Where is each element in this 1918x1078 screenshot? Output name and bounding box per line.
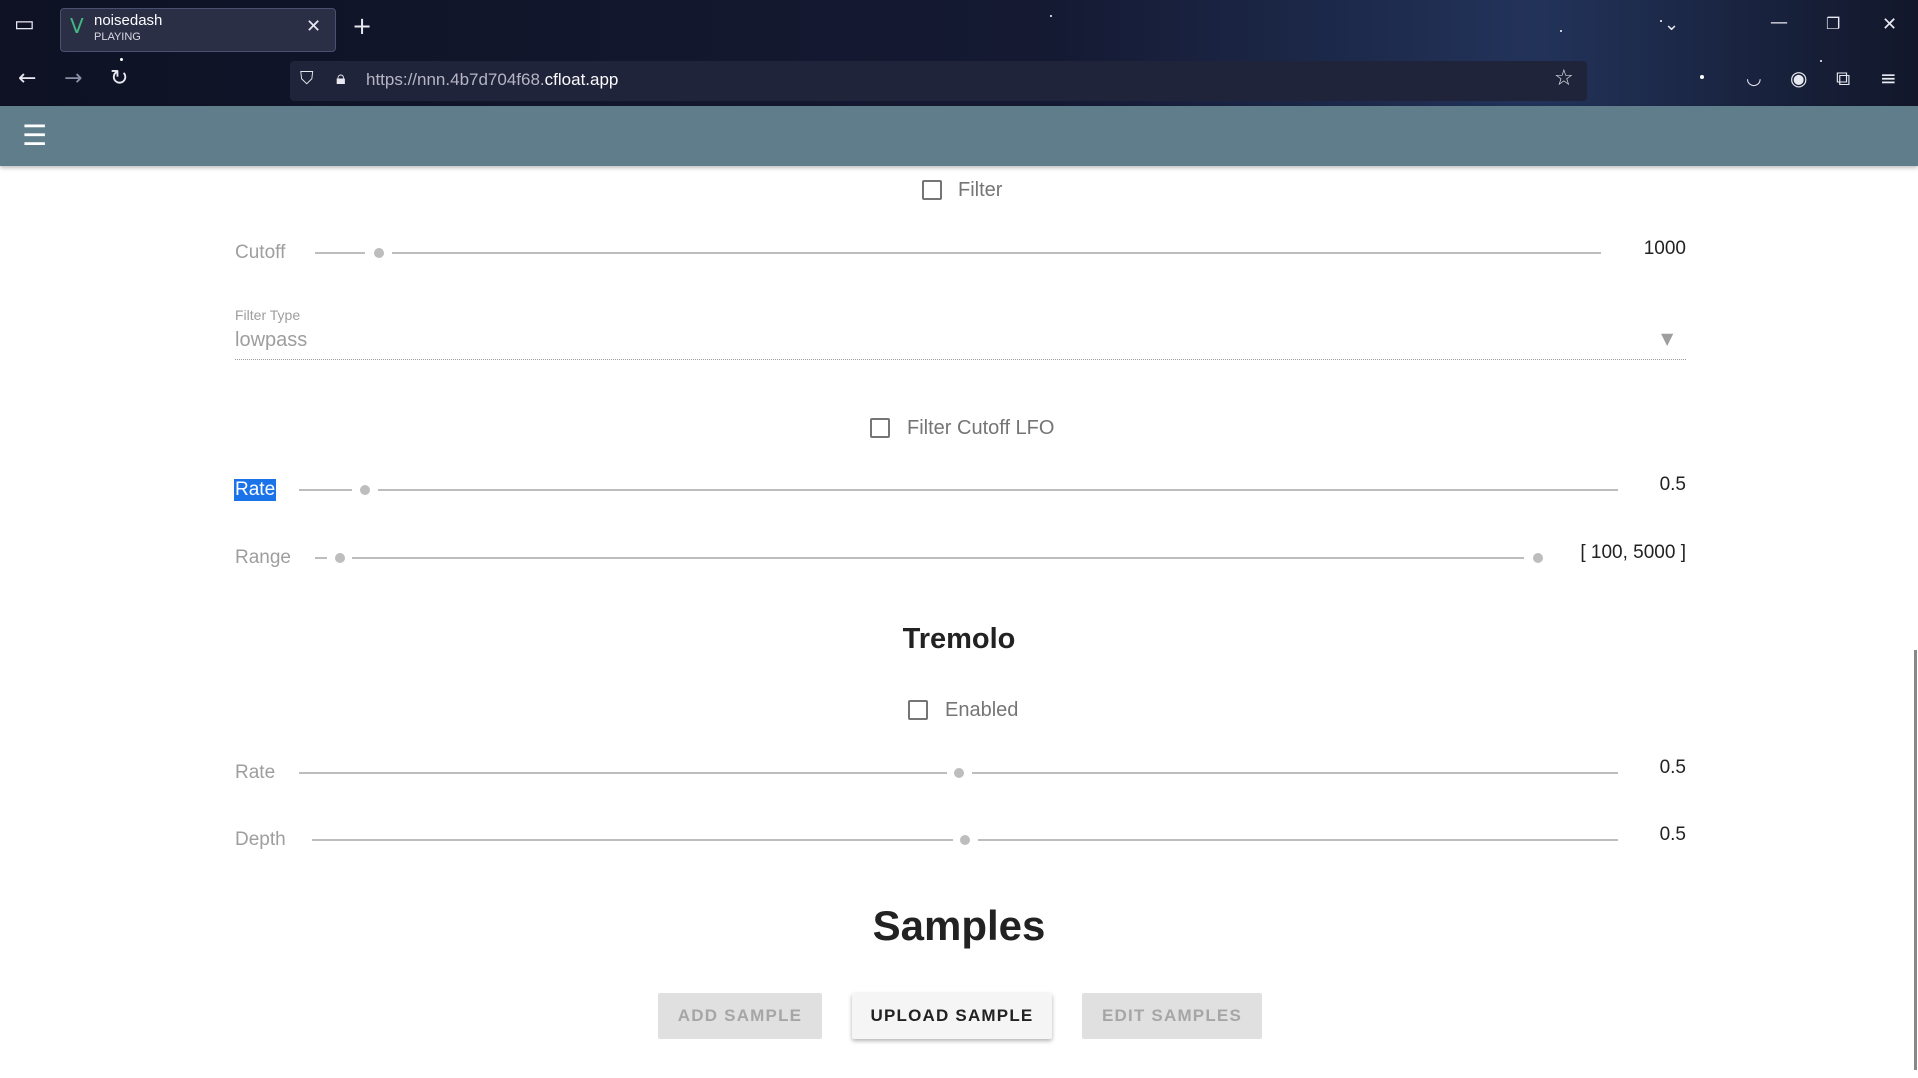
tab-subtitle: PLAYING [94, 31, 141, 43]
star-icon[interactable]: ☆ [1554, 68, 1574, 90]
tremolo-enabled-label: Enabled [945, 699, 1019, 721]
tremolo-depth-track-right[interactable] [978, 839, 1618, 841]
window-close-icon[interactable]: ✕ [1882, 16, 1897, 34]
filter-type-value[interactable]: lowpass [235, 329, 307, 352]
filter-type-underline [235, 359, 1686, 360]
tremolo-depth-label: Depth [235, 829, 286, 850]
tremolo-rate-label: Rate [235, 762, 276, 783]
chevron-down-icon[interactable]: ▼ [1661, 331, 1673, 347]
tremolo-enabled-checkbox[interactable] [908, 700, 928, 720]
tremolo-heading: Tremolo [902, 623, 1016, 655]
edit-samples-button[interactable]: EDIT SAMPLES [1082, 993, 1262, 1039]
tremolo-rate-value: 0.5 [1659, 757, 1686, 778]
minimize-icon[interactable]: — [1770, 14, 1788, 32]
plus-icon[interactable]: + [352, 14, 372, 38]
tremolo-rate-track-right[interactable] [972, 772, 1618, 774]
shield-icon[interactable]: ⛉ [300, 70, 314, 88]
account-icon[interactable]: ◉ [1790, 68, 1807, 88]
back-arrow-icon[interactable]: ← [18, 68, 36, 90]
lfo-range-thumb-max[interactable] [1533, 553, 1543, 563]
extensions-icon[interactable]: ⧉ [1836, 68, 1850, 88]
filter-cutoff-lfo-label: Filter Cutoff LFO [907, 417, 1055, 439]
cutoff-value: 1000 [1643, 238, 1686, 259]
tab-title: noisedash [94, 12, 163, 29]
forward-arrow-icon[interactable]: → [64, 68, 82, 90]
hamburger-icon[interactable]: ☰ [22, 122, 47, 150]
lfo-rate-label: Rate [234, 479, 277, 501]
filter-cutoff-lfo-checkbox[interactable] [870, 418, 890, 438]
cutoff-track-right[interactable] [392, 252, 1601, 254]
lfo-range-value: [ 100, 5000 ] [1580, 542, 1686, 563]
app-menu-icon[interactable]: ≡ [1880, 68, 1897, 88]
lfo-rate-value: 0.5 [1659, 474, 1686, 495]
tremolo-depth-thumb[interactable] [960, 835, 970, 845]
tremolo-rate-track-left[interactable] [299, 772, 947, 774]
lfo-range-track-mid[interactable] [352, 557, 1524, 559]
url-text[interactable]: https://nnn.4b7d704f68.cfloat.app [366, 70, 618, 90]
filter-type-label: Filter Type [235, 307, 301, 323]
close-icon[interactable]: ✕ [306, 18, 321, 36]
cutoff-label: Cutoff [235, 242, 286, 263]
filter-checkbox-label: Filter [958, 179, 1003, 201]
add-sample-button[interactable]: ADD SAMPLE [658, 993, 822, 1039]
tab-list-icon[interactable]: ▭ [14, 14, 35, 36]
cutoff-thumb[interactable] [374, 248, 384, 258]
lfo-range-track-left[interactable] [315, 557, 327, 559]
app-bar [0, 106, 1918, 166]
lfo-rate-track-left[interactable] [299, 489, 352, 491]
restore-icon[interactable]: ❐ [1826, 16, 1840, 32]
reload-icon[interactable]: ↻ [110, 68, 128, 90]
vue-logo-icon: V [70, 14, 84, 38]
chevron-down-icon[interactable]: ⌄ [1664, 16, 1679, 34]
lock-icon: 🔒︎ [336, 68, 346, 89]
filter-checkbox[interactable] [922, 180, 942, 200]
tremolo-depth-value: 0.5 [1659, 824, 1686, 845]
cutoff-track-left[interactable] [315, 252, 365, 254]
pocket-icon[interactable]: ◡ [1746, 70, 1762, 88]
lfo-rate-thumb[interactable] [360, 485, 370, 495]
lfo-rate-track-right[interactable] [378, 489, 1618, 491]
tremolo-rate-thumb[interactable] [954, 768, 964, 778]
lfo-range-thumb-min[interactable] [335, 553, 345, 563]
upload-sample-button[interactable]: UPLOAD SAMPLE [852, 993, 1052, 1039]
page-scrollbar[interactable] [1914, 650, 1917, 1070]
samples-heading: Samples [872, 902, 1046, 949]
tremolo-depth-track-left[interactable] [312, 839, 953, 841]
lfo-range-label: Range [235, 547, 291, 568]
